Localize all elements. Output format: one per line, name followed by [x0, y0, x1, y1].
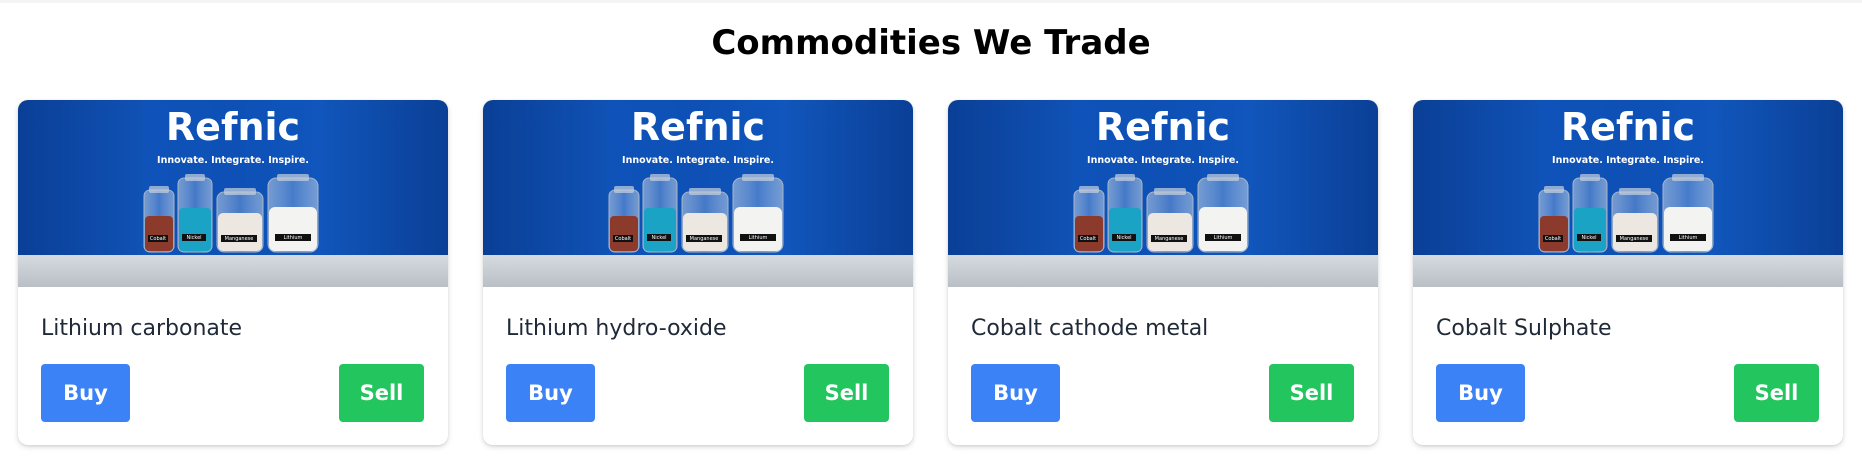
brand-logo-text: Refnic: [1561, 105, 1695, 149]
product-image: Refnic Innovate. Integrate. Inspire. Cob…: [948, 100, 1378, 287]
brand-logo-text: Refnic: [631, 105, 765, 149]
commodity-card: Refnic Innovate. Integrate. Inspire. Cob…: [948, 100, 1378, 445]
sell-button[interactable]: Sell: [1269, 364, 1354, 422]
commodity-grid: Refnic Innovate. Integrate. Inspire. Cob…: [18, 100, 1844, 445]
sell-button[interactable]: Sell: [1734, 364, 1819, 422]
brand-logo-text: Refnic: [166, 105, 300, 149]
jar-label-nickel: Nickel: [186, 235, 201, 241]
product-image: Refnic Innovate. Integrate. Inspire. Cob…: [483, 100, 913, 287]
buy-button[interactable]: Buy: [1436, 364, 1525, 422]
buy-button[interactable]: Buy: [41, 364, 130, 422]
page-title: Commodities We Trade: [711, 23, 1151, 63]
jar-label-lithium: Lithium: [284, 235, 303, 241]
brand-tagline: Innovate. Integrate. Inspire.: [157, 155, 309, 166]
product-name: Cobalt Sulphate: [1436, 316, 1612, 341]
jar-label-nickel: Nickel: [651, 235, 666, 241]
jar-label-nickel: Nickel: [1581, 235, 1596, 241]
jar-label-manganese: Manganese: [1155, 236, 1184, 242]
jar-label-cobalt: Cobalt: [150, 236, 166, 242]
card-body: Lithium hydro-oxide Buy Sell: [483, 287, 913, 445]
product-name: Cobalt cathode metal: [971, 316, 1209, 341]
jar-label-cobalt: Cobalt: [615, 236, 631, 242]
jar-label-manganese: Manganese: [1620, 236, 1649, 242]
commodity-card: Refnic Innovate. Integrate. Inspire. Cob…: [1413, 100, 1843, 445]
product-name: Lithium hydro-oxide: [506, 316, 727, 341]
jar-label-manganese: Manganese: [225, 236, 254, 242]
jar-label-manganese: Manganese: [690, 236, 719, 242]
product-name: Lithium carbonate: [41, 316, 243, 341]
jar-label-nickel: Nickel: [1116, 235, 1131, 241]
product-image: Refnic Innovate. Integrate. Inspire. Cob…: [18, 100, 448, 287]
jar-label-lithium: Lithium: [1214, 235, 1233, 241]
jar-label-cobalt: Cobalt: [1080, 236, 1096, 242]
brand-tagline: Innovate. Integrate. Inspire.: [622, 155, 774, 166]
buy-button[interactable]: Buy: [506, 364, 595, 422]
card-body: Cobalt Sulphate Buy Sell: [1413, 287, 1843, 445]
top-divider: [0, 0, 1862, 3]
sell-button[interactable]: Sell: [339, 364, 424, 422]
commodity-card: Refnic Innovate. Integrate. Inspire. Cob…: [18, 100, 448, 445]
product-image: Refnic Innovate. Integrate. Inspire. Cob…: [1413, 100, 1843, 287]
brand-tagline: Innovate. Integrate. Inspire.: [1552, 155, 1704, 166]
jar-label-cobalt: Cobalt: [1545, 236, 1561, 242]
jar-label-lithium: Lithium: [1679, 235, 1698, 241]
card-body: Cobalt cathode metal Buy Sell: [948, 287, 1378, 445]
card-body: Lithium carbonate Buy Sell: [18, 287, 448, 445]
sell-button[interactable]: Sell: [804, 364, 889, 422]
jar-label-lithium: Lithium: [749, 235, 768, 241]
commodity-card: Refnic Innovate. Integrate. Inspire. Cob…: [483, 100, 913, 445]
brand-logo-text: Refnic: [1096, 105, 1230, 149]
buy-button[interactable]: Buy: [971, 364, 1060, 422]
brand-tagline: Innovate. Integrate. Inspire.: [1087, 155, 1239, 166]
